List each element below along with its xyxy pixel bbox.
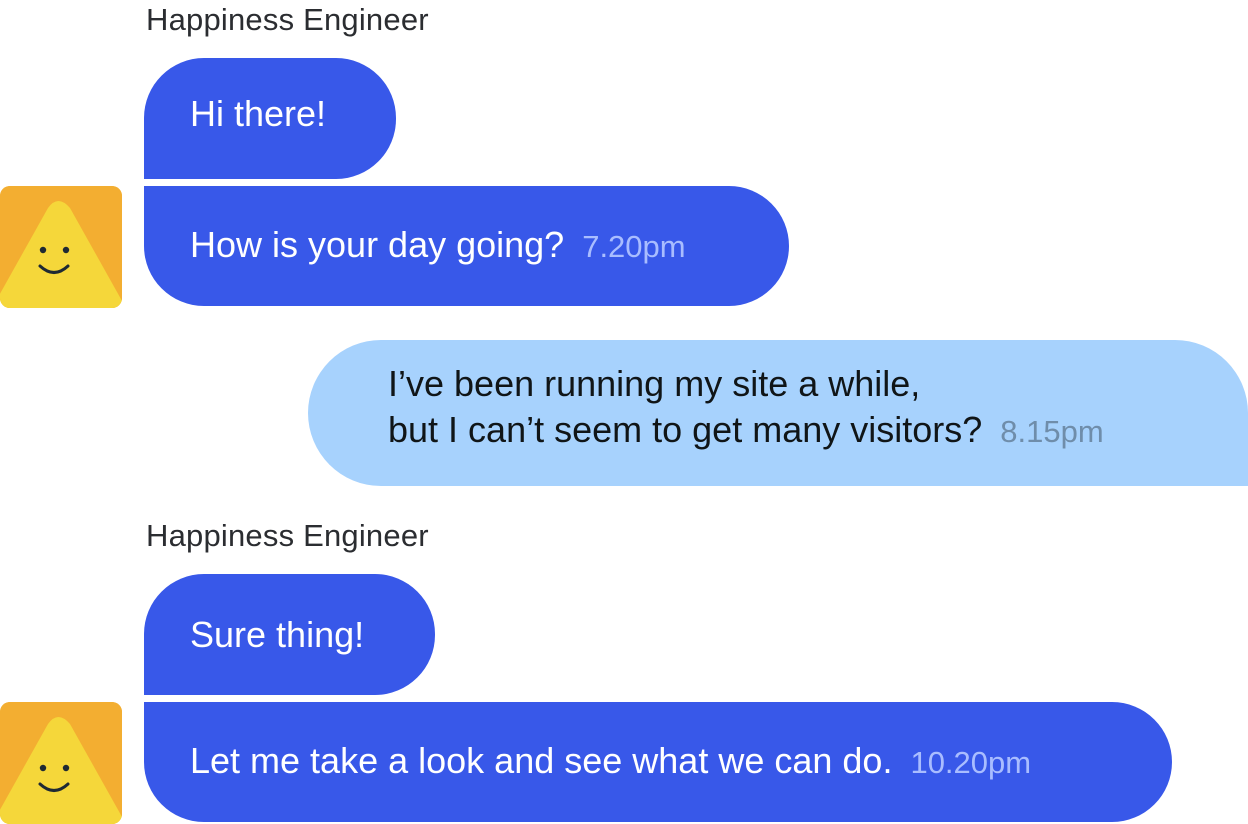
sender-name: Happiness Engineer (146, 2, 429, 37)
message-timestamp: 10.20pm (910, 745, 1032, 780)
message-text-line: but I can’t seem to get many visitors? (388, 409, 983, 450)
chat-thread: Happiness Engineer Hi there! How is your… (0, 0, 1248, 824)
message-text: Hi there! (190, 93, 327, 134)
message-bubble: Sure thing! (144, 574, 435, 695)
message-text-line: I’ve been running my site a while, (388, 363, 921, 404)
message-timestamp: 8.15pm (1000, 414, 1104, 449)
message-timestamp: 7.20pm (582, 229, 686, 264)
smiley-avatar-icon (0, 702, 122, 824)
message-text: How is your day going? (190, 224, 565, 265)
message-bubble: How is your day going? 7.20pm (144, 186, 789, 306)
message-text: Let me take a look and see what we can d… (190, 740, 893, 781)
message-bubble: Hi there! (144, 58, 396, 179)
sender-name: Happiness Engineer (146, 518, 429, 553)
user-message-bubble: I’ve been running my site a while, but I… (308, 340, 1248, 486)
message-bubble: Let me take a look and see what we can d… (144, 702, 1172, 822)
message-text: Sure thing! (190, 614, 365, 655)
smiley-avatar-icon (0, 186, 122, 308)
